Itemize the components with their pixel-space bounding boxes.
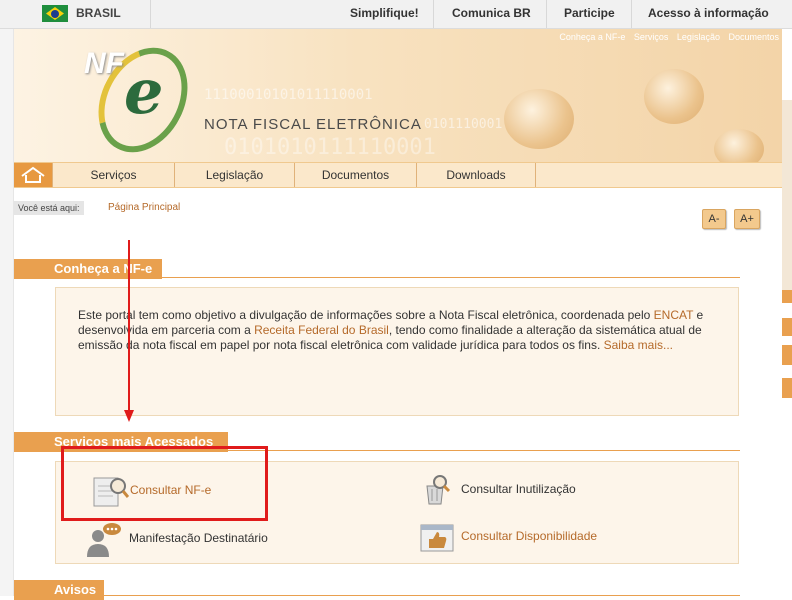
- font-increase-button[interactable]: A+: [734, 209, 760, 229]
- nfe-logo-text[interactable]: NF: [84, 47, 124, 81]
- side-panel: [782, 100, 792, 290]
- gov-top-bar: BRASIL Simplifique! Comunica BR Particip…: [0, 0, 792, 29]
- annotation-arrow-line: [128, 240, 130, 412]
- annotation-arrow-head: [124, 410, 134, 422]
- gov-brasil-link[interactable]: BRASIL: [76, 6, 121, 20]
- nav-documentos[interactable]: Documentos: [294, 163, 416, 187]
- side-tab[interactable]: [782, 378, 792, 398]
- side-tab[interactable]: [782, 345, 792, 365]
- nav-legislacao[interactable]: Legislação: [174, 163, 294, 187]
- service-label[interactable]: Consultar Inutilização: [461, 482, 576, 496]
- side-tab[interactable]: [782, 318, 792, 336]
- annotation-highlight-box: [61, 446, 268, 521]
- header-banner: 11100010101011110001 0101110001 01010101…: [14, 29, 782, 162]
- banner-top-links: Conheça a NF-e Serviços Legislação Docum…: [553, 32, 779, 42]
- nfe-logo-letter[interactable]: e: [124, 55, 163, 128]
- avisos-heading: Avisos: [14, 580, 104, 600]
- font-decrease-button[interactable]: A-: [702, 209, 726, 229]
- conheca-heading: Conheça a NF-e: [14, 259, 162, 279]
- site-title: NOTA FISCAL ELETRÔNICA: [204, 116, 422, 133]
- trash-search-icon: [426, 475, 451, 505]
- user-chat-icon: [87, 523, 121, 557]
- top-link-servicos[interactable]: Serviços: [634, 32, 669, 42]
- encat-link[interactable]: ENCAT: [654, 308, 694, 322]
- thumbs-up-icon: [420, 524, 454, 552]
- intro-paragraph: Este portal tem como objetivo a divulgaç…: [78, 308, 704, 352]
- service-label[interactable]: Manifestação Destinatário: [129, 531, 268, 545]
- nav-servicos[interactable]: Serviços: [52, 163, 174, 187]
- home-icon: [21, 166, 45, 183]
- simplifique-link[interactable]: Simplifique!: [350, 6, 419, 20]
- comunica-br-link[interactable]: Comunica BR: [452, 6, 531, 20]
- main-nav: Serviços Legislação Documentos Downloads: [14, 162, 782, 188]
- top-link-conheca[interactable]: Conheça a NF-e: [559, 32, 625, 42]
- receita-link[interactable]: Receita Federal do Brasil: [254, 323, 389, 337]
- breadcrumb-label: Você está aqui:: [14, 201, 84, 215]
- participe-link[interactable]: Participe: [564, 6, 615, 20]
- saiba-mais-link[interactable]: Saiba mais...: [604, 338, 673, 352]
- left-gutter: [0, 29, 14, 596]
- top-link-documentos[interactable]: Documentos: [728, 32, 779, 42]
- brazil-flag-icon[interactable]: [42, 5, 68, 22]
- home-button[interactable]: [14, 163, 52, 187]
- conheca-box: Este portal tem como objetivo a divulgaç…: [55, 287, 739, 416]
- top-link-legislacao[interactable]: Legislação: [677, 32, 720, 42]
- acesso-informacao-link[interactable]: Acesso à informação: [648, 6, 769, 20]
- service-label[interactable]: Consultar Disponibilidade: [461, 529, 597, 543]
- nav-downloads[interactable]: Downloads: [416, 163, 536, 187]
- breadcrumb-current[interactable]: Página Principal: [108, 202, 180, 213]
